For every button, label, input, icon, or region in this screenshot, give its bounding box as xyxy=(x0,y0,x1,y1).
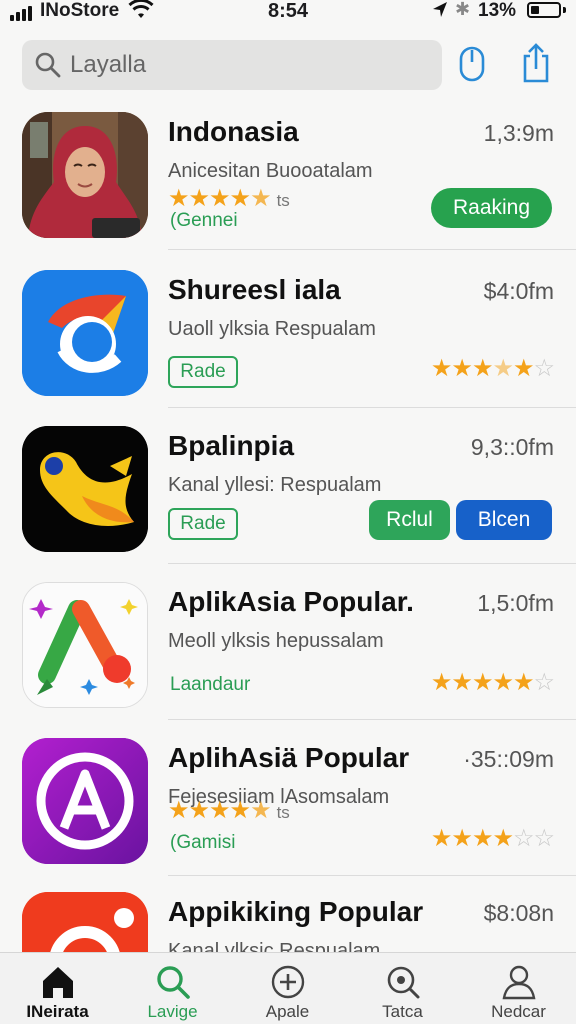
search-bar[interactable]: Layalla xyxy=(22,40,442,90)
app-name: AplikAsia Popular. xyxy=(168,586,414,617)
app-size: ·35::09m xyxy=(463,746,554,772)
mouse-icon[interactable] xyxy=(456,42,488,84)
app-subtitle: Meoll ylksis hepussalam xyxy=(168,630,384,652)
rating-count: ts xyxy=(276,191,290,210)
rade-button[interactable]: Rade xyxy=(168,356,238,388)
app-subtitle: Anicesitan Buooatalam xyxy=(168,160,373,182)
rating-stars: ★★★★★ ts xyxy=(168,797,290,824)
search-input[interactable]: Layalla xyxy=(70,51,146,79)
tab-label: Nedcar xyxy=(491,1002,546,1021)
app-subtitle: Kanal yllesi: Respualam xyxy=(168,474,382,496)
app-icon-bird[interactable] xyxy=(22,426,148,552)
list-item[interactable]: AplikAsia Popular. 1,5:0fm Meoll ylksis … xyxy=(0,570,576,720)
app-size: 1,3:9m xyxy=(483,120,554,146)
app-size: $4:0fm xyxy=(483,278,554,304)
location-icon xyxy=(433,2,447,17)
plus-icon xyxy=(271,965,305,999)
rating-stars: ★★★★★☆ xyxy=(430,355,555,382)
app-name: AplihAsiä Popular xyxy=(168,742,410,773)
app-size: $8:08n xyxy=(483,900,554,926)
app-icon-a-logo[interactable] xyxy=(22,582,148,708)
tab-bar: INeirata Lavige Apale Tatca Nedcar xyxy=(0,952,576,1024)
tab-label: Apale xyxy=(265,1002,310,1021)
tab-home[interactable]: INeirata xyxy=(0,953,115,1024)
profile-icon xyxy=(502,965,536,1000)
app-icon-portrait[interactable] xyxy=(22,112,148,238)
tab-add[interactable]: Apale xyxy=(230,953,345,1024)
rating-stars: ★★★★★☆ xyxy=(430,669,555,696)
app-name: Shureesl iala xyxy=(168,274,341,305)
list-item[interactable]: Shureesl iala $4:0fm Uaoll ylksia Respua… xyxy=(0,258,576,408)
magnifier-icon xyxy=(387,966,420,999)
tab-label: Lavige xyxy=(147,1002,198,1021)
app-name: Indonasia xyxy=(168,116,299,147)
tab-label: INeirata xyxy=(26,1002,89,1021)
tab-search[interactable]: Lavige xyxy=(115,953,230,1024)
search-icon xyxy=(35,52,61,78)
rade-button[interactable]: Rade xyxy=(168,508,238,540)
battery-percent: 13% xyxy=(478,0,517,21)
tab-explore[interactable]: Tatca xyxy=(345,953,460,1024)
app-genre: (Gennei xyxy=(170,210,238,231)
rating-stars: ★★★★☆☆ xyxy=(430,825,555,852)
app-size: 9,3::0fm xyxy=(470,434,554,460)
battery-icon xyxy=(527,2,561,18)
app-icon-swirl[interactable] xyxy=(22,270,148,396)
search-icon xyxy=(157,966,190,999)
bluetooth-icon: ✱ xyxy=(455,0,471,19)
list-item[interactable]: AplihAsiä Popular ·35::09m Fejesesiiam l… xyxy=(0,726,576,876)
app-size: 1,5:0fm xyxy=(477,590,554,616)
app-subtitle: Uaoll ylksia Respualam xyxy=(168,318,376,340)
rating-stars: ★★★★★ ts xyxy=(168,185,290,212)
home-icon xyxy=(43,967,73,998)
list-item[interactable]: Bpalinpia 9,3::0fm Kanal yllesi: Respual… xyxy=(0,414,576,564)
raaking-button[interactable]: Raaking xyxy=(431,188,552,228)
tab-profile[interactable]: Nedcar xyxy=(461,953,576,1024)
share-icon[interactable] xyxy=(520,42,552,84)
app-name: Bpalinpia xyxy=(168,430,295,461)
rclul-button[interactable]: Rclul xyxy=(369,500,450,540)
app-genre: (Gamisi xyxy=(170,832,236,853)
rating-count: ts xyxy=(276,803,290,822)
app-genre: Laandaur xyxy=(170,674,251,695)
blcen-button[interactable]: Blcen xyxy=(456,500,552,540)
list-item[interactable]: Indonasia 1,3:9m Anicesitan Buooatalam ★… xyxy=(0,100,576,250)
app-icon-circle-a[interactable] xyxy=(22,738,148,864)
app-name: Appikiking Popular xyxy=(168,896,424,927)
tab-label: Tatca xyxy=(382,1002,423,1021)
status-bar: INoStore 8:54 ✱ 13% xyxy=(0,0,576,26)
